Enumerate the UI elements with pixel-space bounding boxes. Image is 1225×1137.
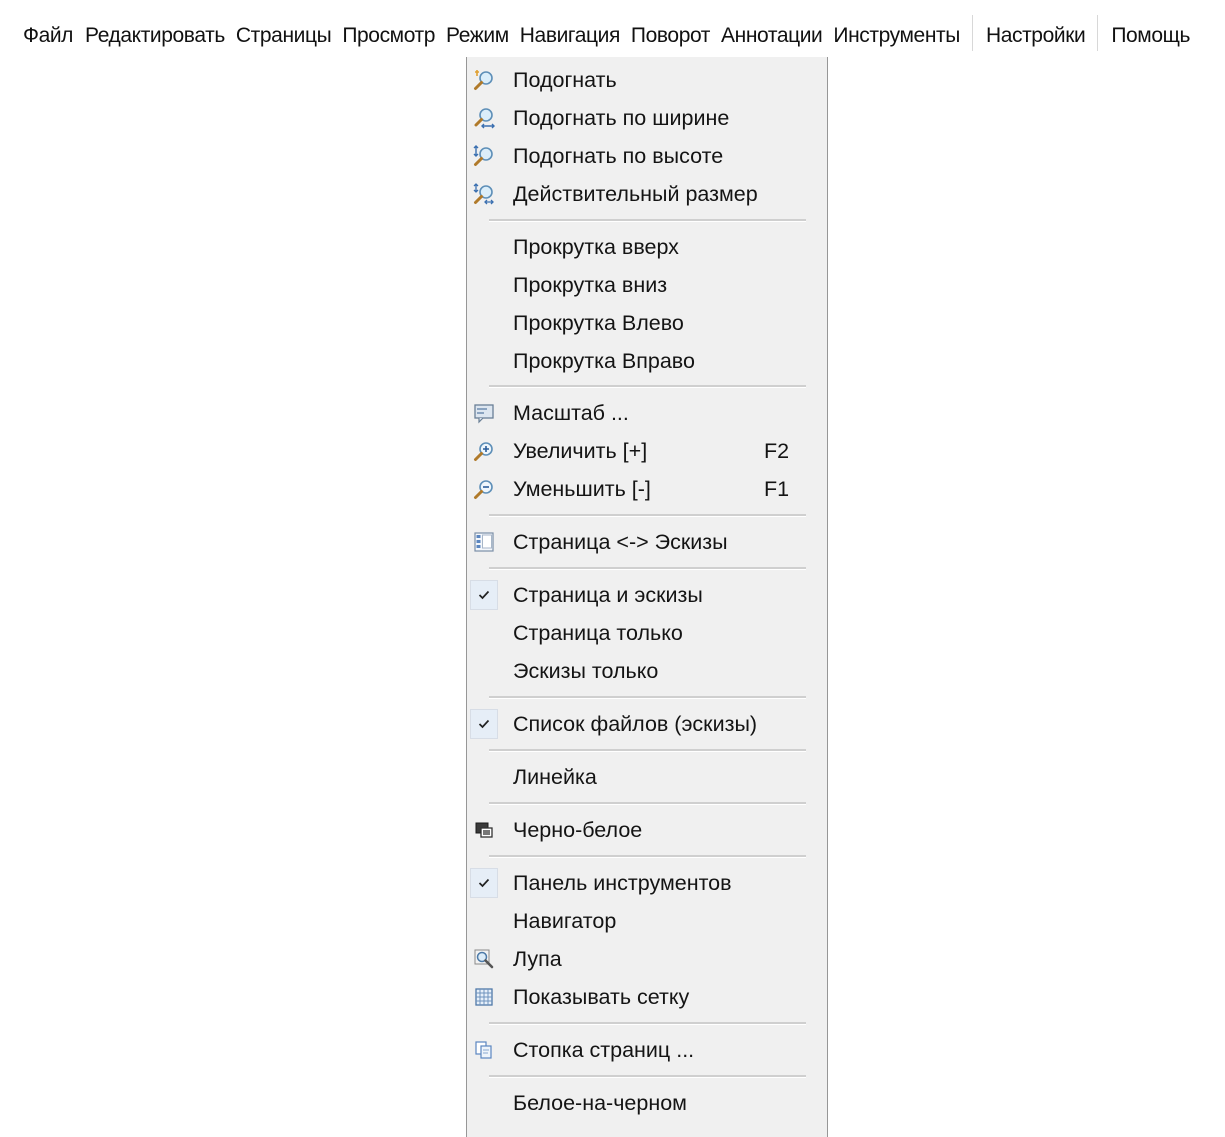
menu-item-label: Подогнать по ширине <box>513 106 730 130</box>
zoom-in-icon <box>473 440 495 462</box>
menu-item-label: Страница только <box>513 621 683 645</box>
menu-file[interactable]: Файл <box>23 21 73 51</box>
menu-item-label: Стопка страниц ... <box>513 1038 695 1062</box>
menu-item-page-only[interactable]: Страница только <box>467 614 827 652</box>
menu-settings[interactable]: Настройки <box>986 21 1086 51</box>
menu-navigation[interactable]: Навигация <box>520 21 621 51</box>
menu-item-ruler[interactable]: Линейка <box>467 758 827 796</box>
menu-item-fit[interactable]: Подогнать <box>467 61 827 99</box>
shortcut-text: F1 <box>764 477 790 501</box>
menu-item-fit-width[interactable]: Подогнать по ширине <box>467 99 827 137</box>
checkmark-icon <box>470 580 498 610</box>
menu-item-label: Панель инструментов <box>513 871 732 895</box>
menu-item-scroll-up[interactable]: Прокрутка вверх <box>467 228 827 266</box>
menu-separator <box>489 1075 806 1078</box>
menu-separator <box>489 802 806 805</box>
menu-mode[interactable]: Режим <box>446 21 509 51</box>
checkmark-icon <box>470 868 498 898</box>
menu-item-label: Подогнать по высоте <box>513 144 724 168</box>
menu-item-fit-height[interactable]: Подогнать по высоте <box>467 137 827 175</box>
menu-item-white-on-black[interactable]: Белое-на-черном <box>467 1084 827 1122</box>
menu-item-zoom-in[interactable]: Увеличить [+] F2 <box>467 432 827 470</box>
menu-annotations[interactable]: Аннотации <box>721 21 823 51</box>
menu-separator <box>971 15 973 51</box>
zoom-out-icon <box>473 478 495 500</box>
menu-view[interactable]: Просмотр <box>342 21 435 51</box>
menu-item-toolbar[interactable]: Панель инструментов <box>467 864 827 902</box>
menu-item-scroll-down[interactable]: Прокрутка вниз <box>467 266 827 304</box>
page-thumbnails-icon <box>473 531 495 553</box>
menu-item-page-thumbnails-toggle[interactable]: Страница <-> Эскизы <box>467 523 827 561</box>
menu-item-thumbnails-only[interactable]: Эскизы только <box>467 652 827 690</box>
fit-width-icon <box>473 107 495 129</box>
menu-item-label: Линейка <box>513 765 597 789</box>
menu-separator <box>489 219 806 222</box>
menu-item-label: Уменьшить [-] <box>513 477 651 501</box>
magnifier-icon <box>473 948 495 970</box>
shortcut-text: F2 <box>764 439 790 463</box>
menu-separator <box>489 749 806 752</box>
menu-item-label: Увеличить [+] <box>513 439 648 463</box>
menu-item-label: Прокрутка вниз <box>513 273 668 297</box>
menu-item-label: Прокрутка Влево <box>513 311 684 335</box>
menu-item-actual-size[interactable]: Действительный размер <box>467 175 827 213</box>
menu-item-navigator[interactable]: Навигатор <box>467 902 827 940</box>
menu-separator <box>489 1022 806 1025</box>
menu-item-label: Прокрутка Вправо <box>513 349 695 373</box>
page-stack-icon <box>473 1039 495 1061</box>
mode-dropdown-menu: Подогнать Подогнать по ширине Подогнать … <box>466 57 828 1137</box>
fit-height-icon <box>473 145 495 167</box>
grid-icon <box>473 986 495 1008</box>
menu-item-show-grid[interactable]: Показывать сетку <box>467 978 827 1016</box>
menu-item-label: Действительный размер <box>513 182 758 206</box>
actual-size-icon <box>473 183 495 205</box>
menu-item-file-list[interactable]: Список файлов (эскизы) <box>467 705 827 743</box>
zoom-dialog-icon <box>473 402 495 424</box>
menu-item-label: Подогнать <box>513 68 617 92</box>
menu-item-zoom-out[interactable]: Уменьшить [-] F1 <box>467 470 827 508</box>
menu-separator <box>489 567 806 570</box>
menu-item-label: Эскизы только <box>513 659 659 683</box>
menu-item-scroll-left[interactable]: Прокрутка Влево <box>467 304 827 342</box>
menu-separator <box>1097 15 1099 51</box>
menu-item-label: Белое-на-черном <box>513 1091 687 1115</box>
menu-separator <box>489 514 806 517</box>
menu-item-label: Страница и эскизы <box>513 583 703 607</box>
menu-pages[interactable]: Страницы <box>236 21 332 51</box>
menu-item-page-stack[interactable]: Стопка страниц ... <box>467 1031 827 1069</box>
menu-item-label: Лупа <box>513 947 562 971</box>
menu-separator <box>489 855 806 858</box>
menu-item-label: Показывать сетку <box>513 985 690 1009</box>
menu-edit[interactable]: Редактировать <box>85 21 225 51</box>
menu-tools[interactable]: Инструменты <box>833 21 960 51</box>
menu-item-scroll-right[interactable]: Прокрутка Вправо <box>467 342 827 380</box>
fit-zoom-icon <box>473 69 495 91</box>
menu-item-label: Навигатор <box>513 909 617 933</box>
menu-item-magnifier[interactable]: Лупа <box>467 940 827 978</box>
menu-item-black-white[interactable]: Черно-белое <box>467 811 827 849</box>
menu-rotate[interactable]: Поворот <box>631 21 710 51</box>
checkmark-icon <box>470 709 498 739</box>
menu-separator <box>489 385 806 388</box>
menu-item-label: Список файлов (эскизы) <box>513 712 758 736</box>
menu-item-zoom-dialog[interactable]: Масштаб ... <box>467 394 827 432</box>
menu-item-label: Черно-белое <box>513 818 643 842</box>
menu-separator <box>489 696 806 699</box>
menu-item-label: Прокрутка вверх <box>513 235 679 259</box>
menu-item-page-and-thumbnails[interactable]: Страница и эскизы <box>467 576 827 614</box>
menu-item-label: Масштаб ... <box>513 401 629 425</box>
menu-help[interactable]: Помощь <box>1111 21 1190 51</box>
black-white-icon <box>473 819 495 841</box>
menu-item-label: Страница <-> Эскизы <box>513 530 728 554</box>
